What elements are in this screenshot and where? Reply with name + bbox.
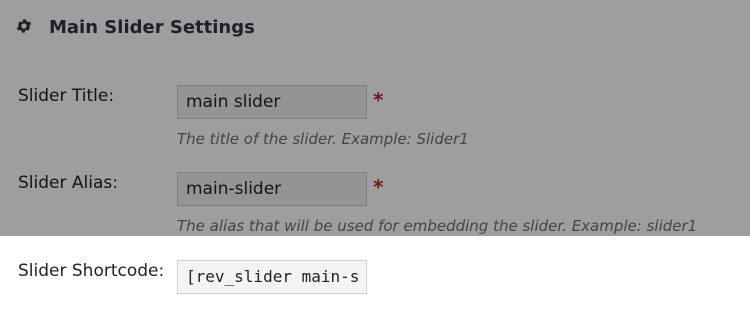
- slider-shortcode-label: Slider Shortcode:: [18, 261, 165, 281]
- slider-title-label: Slider Title:: [18, 86, 115, 106]
- slider-alias-label: Slider Alias:: [18, 173, 118, 193]
- required-marker: *: [373, 88, 384, 112]
- slider-shortcode-field[interactable]: [rev_slider main-s: [177, 260, 367, 294]
- page-title: Main Slider Settings: [49, 17, 255, 38]
- slider-title-hint: The title of the slider. Example: Slider…: [177, 130, 469, 148]
- slider-alias-input[interactable]: main-slider: [177, 172, 367, 206]
- gear-icon: [16, 19, 32, 33]
- settings-header: Main Slider Settings: [0, 0, 750, 58]
- slider-title-input[interactable]: main slider: [177, 85, 367, 119]
- slider-alias-hint: The alias that will be used for embeddin…: [177, 217, 698, 235]
- required-marker: *: [373, 175, 384, 199]
- slider-settings-panel: Main Slider Settings Slider Title: main …: [0, 0, 750, 313]
